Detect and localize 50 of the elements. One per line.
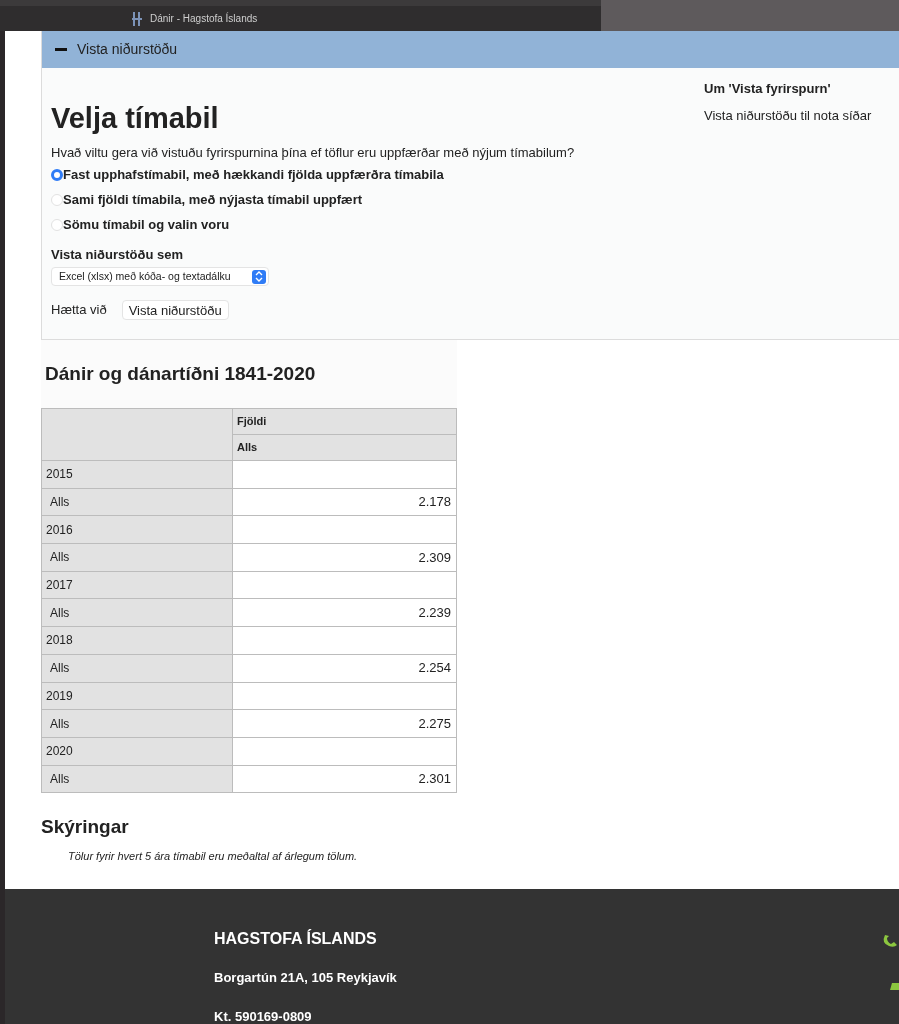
table-cell: 2.178 — [232, 488, 457, 516]
footer-title: HAGSTOFA ÍSLANDS — [214, 928, 378, 949]
table-cell: 2.254 — [232, 654, 457, 682]
row-header: 2019 — [41, 682, 233, 710]
format-label: Vista niðurstöðu sem — [51, 245, 184, 264]
row-header: Alls — [41, 488, 233, 516]
footer-id: Kt. 590169-0809 — [214, 1007, 313, 1024]
tab-favicon-icon — [132, 11, 142, 26]
question-text: Hvað viltu gera við vistuðu fyrirspurnina þína ef töflur eru uppfærðar með nýjum tímabilum? — [51, 144, 576, 162]
table-cell: 2.309 — [232, 543, 457, 572]
save-button[interactable]: Vista niðurstöðu — [121, 300, 229, 320]
table-cell: 2.239 — [232, 598, 457, 627]
browser-tab[interactable]: Dánir - Hagstofa Íslands — [0, 0, 601, 31]
table-cell: 2.301 — [232, 765, 457, 793]
row-header: Alls — [41, 543, 233, 572]
select-value: Excel (xlsx) með kóða- og textadálku — [59, 268, 231, 284]
row-header: Alls — [41, 654, 233, 682]
radio-label: Sami fjöldi tímabila, með nýjasta tímabil uppfært — [63, 191, 363, 210]
row-header: 2015 — [41, 460, 233, 489]
radio-label: Fast upphafstímabil, með hækkandi fjölda uppfærðra tímabila — [63, 166, 444, 185]
tab-title: Dánir - Hagstofa Íslands — [150, 11, 258, 26]
notes-text: Tölur fyrir hvert 5 ára tímabil eru meðaltal af árlegum tölum. — [68, 848, 359, 864]
row-header: Alls — [41, 598, 233, 627]
panel-header-label: Vista niðurstöðu — [77, 40, 178, 59]
panel-header[interactable]: Vista niðurstöðu — [42, 31, 899, 68]
section-title: Velja tímabil — [51, 101, 220, 136]
aside-text: Vista niðurstöðu til nota síðar — [704, 106, 873, 125]
radio-option[interactable]: Fast upphafstímabil, með hækkandi fjölda uppfærðra tímabila — [51, 162, 704, 188]
aside-title: Um 'Vista fyrirspurn' — [704, 80, 832, 98]
notes-title: Skýringar — [41, 815, 130, 840]
column-header: Fjöldi — [232, 408, 457, 435]
select-stepper-icon — [252, 269, 266, 284]
table-cell: 2.275 — [232, 709, 457, 738]
table-title: Dánir og dánartíðni 1841-2020 — [45, 361, 316, 386]
radio-label: Sömu tímabil og valin voru — [63, 216, 230, 235]
radio-button[interactable] — [51, 169, 63, 181]
row-header: 2020 — [41, 737, 233, 766]
collapse-icon — [55, 48, 67, 51]
footer-address: Borgartún 21A, 105 Reykjavík — [214, 969, 397, 987]
phone-icon — [881, 933, 899, 949]
row-header: 2016 — [41, 515, 233, 544]
row-header: 2018 — [41, 626, 233, 655]
row-header: Alls — [41, 765, 233, 793]
row-header: 2017 — [41, 571, 233, 599]
radio-option[interactable]: Sami fjöldi tímabila, með nýjasta tímabil uppfært — [51, 187, 704, 213]
format-select[interactable]: Excel (xlsx) með kóða- og textadálku — [51, 267, 269, 286]
column-header: Alls — [232, 434, 457, 461]
cancel-button[interactable]: Hætta við — [51, 300, 107, 320]
row-header: Alls — [41, 709, 233, 738]
radio-option[interactable]: Sömu tímabil og valin voru — [51, 212, 704, 238]
